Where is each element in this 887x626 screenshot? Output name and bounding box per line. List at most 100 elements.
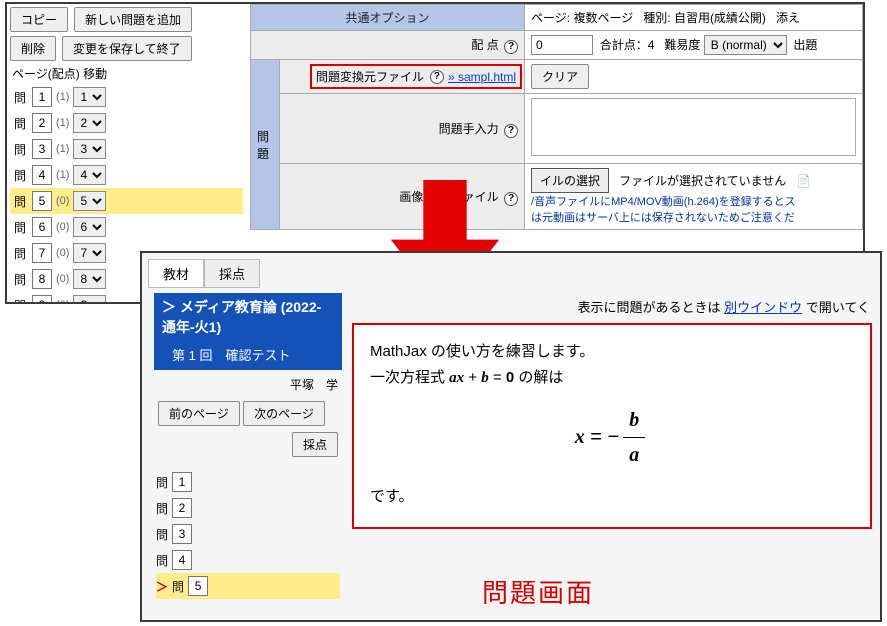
help-icon[interactable]: ? [504,40,518,54]
question-score: (0) [56,247,69,259]
tab-materials[interactable]: 教材 [148,259,204,288]
question-score: (1) [56,143,69,155]
move-select[interactable]: 8 [73,269,106,289]
question-label: 問 [14,115,26,132]
av-note-1: /音声ファイルにMP4/MOV動画(h.264)を登録するとス [531,193,856,209]
next-page-button[interactable]: 次のページ [243,401,325,426]
clear-button[interactable]: クリア [531,64,589,89]
question-label: 問 [14,141,26,158]
move-select[interactable]: 3 [73,139,106,159]
caret-icon: ＞ [156,578,168,595]
screen-caption: 問題画面 [482,573,594,610]
move-select[interactable]: 6 [73,217,106,237]
source-file-callout: 問題変換元ファイル ? » sampl.html [310,64,522,89]
save-and-exit-button[interactable]: 変更を保存して終了 [62,36,192,61]
page-kind-cell: ページ: 複数ページ 種別: 自習用(成績公開) 添え [525,5,863,31]
question-line-3: です。 [370,484,854,510]
manual-input-label: 問題手入力 ? [280,94,525,164]
question-label: 問 [172,578,184,595]
manual-input-textarea[interactable] [531,98,856,156]
question-number-box: 2 [32,113,52,133]
page-row[interactable]: 問6(0)6 [10,214,243,240]
move-select[interactable]: 1 [73,87,106,107]
question-number-box: 3 [172,524,192,544]
move-select[interactable]: 5 [73,191,106,211]
question-label: 問 [14,245,26,262]
course-subtitle: 第 1 回 確認テスト [154,341,342,370]
file-icon: 📄 [796,174,811,188]
question-label: 問 [14,167,26,184]
question-row[interactable]: 問1 [156,469,340,495]
score-label: 配 点 ? [251,31,525,60]
help-icon[interactable]: ? [504,124,518,138]
question-line-2: 一次方程式 ax + b = 0 の解は [370,365,854,392]
page-row[interactable]: 問1(1)1 [10,84,243,110]
question-number-box: 1 [172,472,192,492]
question-score: (0) [56,195,69,207]
question-list: 問1問2問3問4＞問5 [148,463,348,605]
question-score: (1) [56,117,69,129]
question-row[interactable]: ＞問5 [156,573,340,599]
help-icon[interactable]: ? [430,70,444,84]
question-score: (1) [56,169,69,181]
question-score: (0) [56,273,69,285]
question-number-box: 4 [172,550,192,570]
av-file-cell: イルの選択 ファイルが選択されていません 📄 /音声ファイルにMP4/MOV動画… [525,164,863,230]
delete-button[interactable]: 削除 [10,36,56,61]
open-new-window-link[interactable]: 別ウインドウ [724,300,802,315]
question-label: 問 [14,297,26,305]
score-input[interactable] [531,35,593,55]
page-row[interactable]: 問5(0)5 [10,188,243,214]
page-row[interactable]: 問2(1)2 [10,110,243,136]
question-label: 問 [156,526,168,543]
copy-button[interactable]: コピー [10,7,68,32]
equation-display: x = −ba [370,403,854,472]
help-icon[interactable]: ? [504,192,518,206]
av-file-label: 画像/音声ファイル ? [280,164,525,230]
page-row[interactable]: 問3(1)3 [10,136,243,162]
question-box: MathJax の使い方を練習します。 一次方程式 ax + b = 0 の解は… [352,323,872,529]
question-row[interactable]: 問2 [156,495,340,521]
preview-sidebar: ＞ メディア教育論 (2022-通年-火1) 第 1 回 確認テスト 平塚 学 … [148,289,348,605]
move-select[interactable]: 7 [73,243,106,263]
add-new-question-button[interactable]: 新しい問題を追加 [74,7,192,32]
question-number-box: 4 [32,165,52,185]
preview-window: 教材 採点 表示に問題があるときは 別ウインドウ で開いてく ＞ メディア教育論… [140,251,882,622]
question-row[interactable]: 問3 [156,521,340,547]
question-number-box: 9 [32,295,52,304]
grade-button[interactable]: 採点 [292,432,338,457]
question-number-box: 5 [32,191,52,211]
question-label: 問 [14,219,26,236]
av-note-2: は元動画はサーバ上には保存されないためご注意くだ [531,209,856,225]
move-select[interactable]: 4 [73,165,106,185]
file-choose-button[interactable]: イルの選択 [531,168,609,193]
question-label: 問 [14,193,26,210]
question-side-label: 問 題 [251,60,280,230]
question-number-box: 5 [188,576,208,596]
question-label: 問 [14,271,26,288]
course-title: ＞ メディア教育論 (2022-通年-火1) [154,293,342,341]
author-name: 平塚 学 [148,370,348,395]
question-number-box: 2 [172,498,192,518]
question-area: MathJax の使い方を練習します。 一次方程式 ax + b = 0 の解は… [352,323,872,560]
no-file-text: ファイルが選択されていません [619,172,786,189]
question-score: (1) [56,91,69,103]
question-label: 問 [14,89,26,106]
common-options-header: 共通オプション [251,5,525,31]
move-select[interactable]: 2 [73,113,106,133]
difficulty-select[interactable]: B (normal) [704,35,787,55]
move-select[interactable]: 9 [73,295,106,304]
question-number-box: 6 [32,217,52,237]
source-file-link[interactable]: » sampl.html [448,70,516,84]
question-label: 問 [156,552,168,569]
question-number-box: 7 [32,243,52,263]
score-cell: 合計点：4 難易度 B (normal) 出題 [525,31,863,60]
source-file-label: 問題変換元ファイル [316,68,424,85]
question-row[interactable]: 問4 [156,547,340,573]
tab-grade[interactable]: 採点 [204,259,260,288]
page-row[interactable]: 問4(1)4 [10,162,243,188]
prev-page-button[interactable]: 前のページ [158,401,240,426]
display-problem-note: 表示に問題があるときは 別ウインドウ で開いてく [578,297,870,316]
question-label: 問 [156,474,168,491]
question-label: 問 [156,500,168,517]
